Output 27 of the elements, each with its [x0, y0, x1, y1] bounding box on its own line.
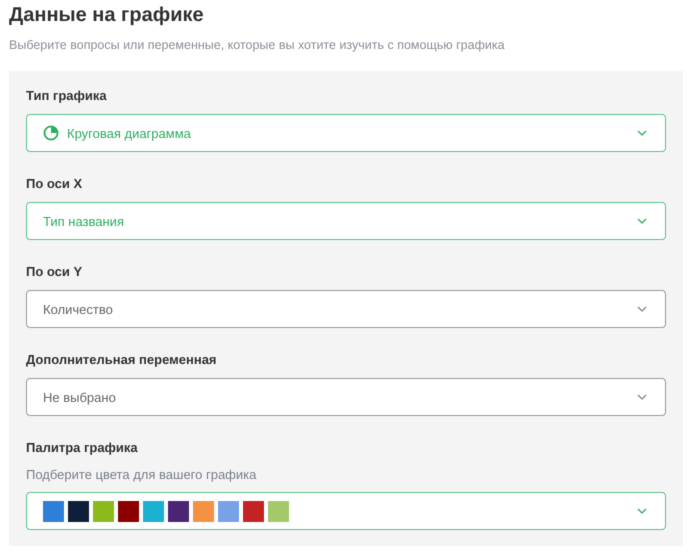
palette-dropdown[interactable]: [26, 492, 666, 530]
color-swatch[interactable]: [243, 500, 264, 522]
field-label: По оси Y: [26, 263, 84, 281]
pie-chart-icon: [43, 125, 59, 141]
color-swatch[interactable]: [168, 500, 189, 522]
chevron-down-icon: [637, 218, 647, 224]
dropdown[interactable]: Не выбрано: [26, 378, 666, 416]
chevron-down-icon: [637, 508, 647, 514]
color-swatch[interactable]: [118, 500, 139, 522]
color-swatch[interactable]: [143, 500, 164, 522]
field-hint: Подберите цвета для вашего графика: [26, 466, 258, 484]
dropdown[interactable]: Количество: [26, 290, 666, 328]
color-swatch[interactable]: [193, 500, 214, 522]
color-swatch[interactable]: [218, 500, 239, 522]
chevron-down-icon: [637, 130, 647, 136]
field-label: Дополнительная переменная: [26, 351, 218, 369]
color-swatch[interactable]: [68, 500, 89, 522]
chevron-down-icon: [637, 306, 647, 312]
field-label: Палитра графика: [26, 439, 139, 457]
color-swatch[interactable]: [43, 500, 64, 522]
color-swatch[interactable]: [268, 500, 289, 522]
field-label: По оси X: [26, 175, 84, 193]
chevron-down-icon: [637, 394, 647, 400]
page-title: Данные на графике: [9, 3, 205, 28]
color-swatch[interactable]: [93, 500, 114, 522]
field-label: Тип графика: [26, 87, 108, 105]
page-subtitle: Выберите вопросы или переменные, которые вы хотите изучить с помощью графика: [9, 37, 506, 54]
